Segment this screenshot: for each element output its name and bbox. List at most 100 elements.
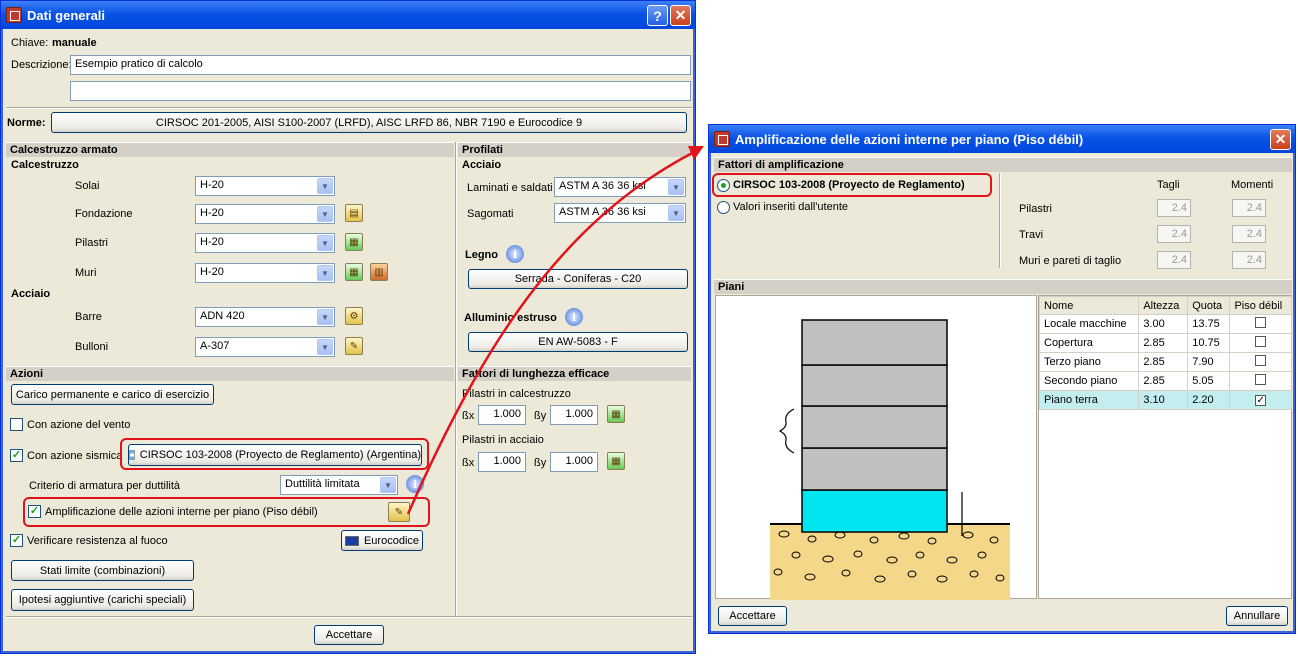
muri-value: H-20 xyxy=(200,266,224,278)
pilastri-acciaio-label: Pilastri in acciaio xyxy=(462,434,544,446)
building-drawing-panel xyxy=(715,295,1037,604)
sagomati-select[interactable]: ASTM A 36 36 ksi ▼ xyxy=(554,203,686,223)
travi-momenti-field[interactable]: 2.4 xyxy=(1232,225,1266,243)
piso-debil-checkbox[interactable]: ✓ xyxy=(1255,395,1267,406)
sismica-label: Con azione sismica xyxy=(27,450,123,462)
chiave-value: manuale xyxy=(52,37,97,49)
pilastri-momenti-field[interactable]: 2.4 xyxy=(1232,199,1266,217)
divider xyxy=(6,107,692,109)
tagli-header: Tagli xyxy=(1157,179,1180,191)
calc-edit-icon[interactable]: ▦ xyxy=(607,405,625,423)
piso-debil-checkbox[interactable] xyxy=(1255,336,1267,347)
cell-nome: Secondo piano xyxy=(1038,371,1140,391)
brace-symbol xyxy=(778,408,795,454)
ipotesi-button[interactable]: Ipotesi aggiuntive (carichi speciali) xyxy=(11,589,194,611)
eurocodice-button[interactable]: Eurocodice xyxy=(341,530,423,551)
col-quota[interactable]: Quota xyxy=(1187,296,1231,315)
acc-edit-icon[interactable]: ▦ xyxy=(607,452,625,470)
alluminio-info-icon[interactable]: i xyxy=(565,308,583,326)
bolt-settings-icon[interactable]: ✎ xyxy=(345,337,363,355)
amplificazione-edit-icon[interactable]: ✎ xyxy=(388,502,410,522)
chevron-down-icon: ▼ xyxy=(317,178,333,194)
table-row[interactable]: Locale macchine 3.00 13.75 xyxy=(1038,314,1292,334)
col-piso-debil[interactable]: Piso débil xyxy=(1229,296,1292,315)
pilastri-select[interactable]: H-20 ▼ xyxy=(195,233,335,253)
laminati-select[interactable]: ASTM A 36 36 ksi ▼ xyxy=(554,177,686,197)
piso-debil-checkbox[interactable] xyxy=(1255,317,1267,328)
table-row[interactable]: Piano terra 3.10 2.20 ✓ xyxy=(1038,390,1292,410)
fuoco-checkbox[interactable]: ✓ xyxy=(10,534,23,547)
piso-debil-checkbox[interactable] xyxy=(1255,374,1267,385)
col-altezza[interactable]: Altezza xyxy=(1138,296,1189,315)
foundation-settings-icon[interactable]: ▤ xyxy=(345,204,363,222)
accettare-button-2[interactable]: Accettare xyxy=(718,606,787,626)
legno-button[interactable]: Serrada - Coníferas - C20 xyxy=(468,269,688,289)
legno-info-icon[interactable]: i xyxy=(506,245,524,263)
table-row[interactable]: Terzo piano 2.85 7.90 xyxy=(1038,352,1292,372)
fondazione-label: Fondazione xyxy=(75,208,133,220)
table-row[interactable]: Copertura 2.85 10.75 xyxy=(1038,333,1292,353)
column-settings-icon[interactable]: ▦ xyxy=(345,233,363,251)
bulloni-value: A-307 xyxy=(200,340,230,352)
close-button-2[interactable]: ✕ xyxy=(1270,129,1291,150)
norme-label: Norme: xyxy=(7,117,46,129)
alluminio-button[interactable]: EN AW-5083 - F xyxy=(468,332,688,352)
pilastri-calc-label: Pilastri in calcestruzzo xyxy=(462,388,571,400)
chiave-label: Chiave: xyxy=(11,37,49,49)
help-button[interactable]: ? xyxy=(647,5,668,26)
table-row[interactable]: Secondo piano 2.85 5.05 xyxy=(1038,371,1292,391)
solai-select[interactable]: H-20 ▼ xyxy=(195,176,335,196)
criterio-info-icon[interactable]: i xyxy=(406,475,424,493)
vento-checkbox[interactable] xyxy=(10,418,23,431)
title-bar-2[interactable]: Amplificazione delle azioni interne per … xyxy=(709,125,1295,153)
acc-by-input[interactable]: 1.000 xyxy=(550,452,598,472)
cell-quota: 13.75 xyxy=(1187,314,1231,334)
muri-select[interactable]: H-20 ▼ xyxy=(195,263,335,283)
cell-quota: 5.05 xyxy=(1187,371,1231,391)
fattori-amplificazione-header: Fattori di amplificazione xyxy=(714,157,1292,172)
brick-wall-icon[interactable]: ▥ xyxy=(370,263,388,281)
barre-select[interactable]: ADN 420 ▼ xyxy=(195,307,335,327)
pilastri-value: H-20 xyxy=(200,236,224,248)
descrizione-input-2[interactable] xyxy=(70,81,691,101)
pilastri-tagli-field[interactable]: 2.4 xyxy=(1157,199,1191,217)
criterio-value: Duttilità limitata xyxy=(285,478,360,490)
wall-settings-icon[interactable]: ▦ xyxy=(345,263,363,281)
stati-limite-button[interactable]: Stati limite (combinazioni) xyxy=(11,560,194,581)
cell-altezza: 3.00 xyxy=(1138,314,1189,334)
profilati-header: Profilati xyxy=(458,142,691,157)
floor-terzo-piano xyxy=(801,405,948,449)
piani-table: Nome Altezza Quota Piso débil Locale mac… xyxy=(1038,296,1292,410)
legno-label: Legno xyxy=(465,249,498,261)
rebar-settings-icon[interactable]: ⚙ xyxy=(345,307,363,325)
amplificazione-checkbox[interactable]: ✓ xyxy=(28,505,41,518)
muri-tagli-field[interactable]: 2.4 xyxy=(1157,251,1191,269)
muri-momenti-field[interactable]: 2.4 xyxy=(1232,251,1266,269)
sagomati-value: ASTM A 36 36 ksi xyxy=(559,206,646,218)
travi-tagli-field[interactable]: 2.4 xyxy=(1157,225,1191,243)
acc-bx-label: ßx xyxy=(462,457,475,469)
norme-button[interactable]: CIRSOC 201-2005, AISI S100-2007 (LRFD), … xyxy=(51,112,687,133)
accettare-button[interactable]: Accettare xyxy=(314,625,384,645)
calc-by-label: ßy xyxy=(534,410,547,422)
piso-debil-checkbox[interactable] xyxy=(1255,355,1267,366)
carico-button[interactable]: Carico permanente e carico di esercizio xyxy=(11,384,214,405)
chevron-down-icon: ▼ xyxy=(380,477,396,493)
descrizione-input[interactable]: Esempio pratico di calcolo xyxy=(70,55,691,75)
annullare-button[interactable]: Annullare xyxy=(1226,606,1288,626)
user-values-radio[interactable] xyxy=(717,201,730,214)
window-title: Dati generali xyxy=(27,7,106,23)
calc-bx-input[interactable]: 1.000 xyxy=(478,405,526,425)
bulloni-select[interactable]: A-307 ▼ xyxy=(195,337,335,357)
sismica-checkbox[interactable]: ✓ xyxy=(10,449,23,462)
alluminio-label: Alluminio estruso xyxy=(464,312,557,324)
col-nome[interactable]: Nome xyxy=(1038,296,1140,315)
acc-bx-input[interactable]: 1.000 xyxy=(478,452,526,472)
fondazione-select[interactable]: H-20 ▼ xyxy=(195,204,335,224)
calc-by-input[interactable]: 1.000 xyxy=(550,405,598,425)
close-button[interactable]: ✕ xyxy=(670,5,691,26)
title-bar[interactable]: Dati generali ? ✕ xyxy=(1,1,695,29)
cirsoc-radio[interactable] xyxy=(717,179,730,192)
criterio-select[interactable]: Duttilità limitata ▼ xyxy=(280,475,398,495)
descrizione-label: Descrizione: xyxy=(11,59,72,71)
